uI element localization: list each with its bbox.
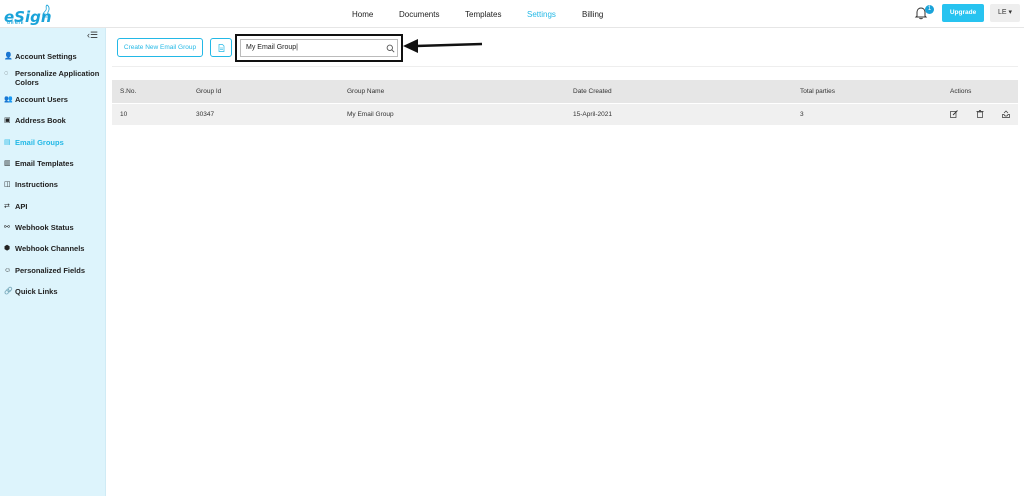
user-gear-icon: 👤 (4, 53, 13, 60)
nav-home[interactable]: Home (352, 10, 373, 19)
sidebar-item-instructions[interactable]: ◫ Instructions (4, 180, 58, 189)
nav-settings[interactable]: Settings (527, 10, 556, 19)
brand-sub: GENIE (7, 20, 25, 25)
col-group-id: Group Id (196, 88, 222, 95)
sidebar-item-label: Email Groups (15, 138, 64, 147)
search-input[interactable]: My Email Group| (240, 39, 398, 57)
sidebar-item-label: Account Settings (15, 52, 77, 61)
col-sno: S.No. (120, 88, 137, 95)
sidebar-item-label: Quick Links (15, 287, 58, 296)
send-tray-icon[interactable] (1002, 110, 1010, 118)
col-actions: Actions (950, 88, 972, 95)
sidebar-item-label-line2: Colors (15, 78, 39, 87)
sidebar-item-label: Webhook Channels (15, 244, 85, 253)
email-groups-icon: ▤ (4, 139, 11, 146)
nav-documents[interactable]: Documents (399, 10, 439, 19)
content-divider (112, 66, 1018, 67)
api-icon: ⇄ (4, 203, 10, 210)
webhook-status-icon: ⚯ (4, 224, 10, 231)
upgrade-button[interactable]: Upgrade (942, 4, 984, 22)
sidebar-item-label: Instructions (15, 180, 58, 189)
esign-genie-logo[interactable]: eSign GENIE (4, 3, 52, 25)
sidebar-item-label: Personalized Fields (15, 266, 86, 275)
sidebar-item-label: Personalize Application Colors (15, 69, 99, 87)
cell-total-parties: 3 (800, 111, 804, 118)
link-icon: 🔗 (4, 288, 13, 295)
email-template-icon: ▥ (4, 160, 11, 167)
sidebar-item-address-book[interactable]: ▣ Address Book (4, 116, 66, 125)
sidebar-item-label: Email Templates (15, 159, 74, 168)
search-input-value: My Email Group| (246, 44, 298, 51)
sidebar-item-email-groups[interactable]: ▤ Email Groups (4, 138, 64, 147)
sidebar-item-label: Account Users (15, 95, 68, 104)
sidebar-item-personalized-fields[interactable]: ☺ Personalized Fields (4, 266, 85, 275)
sidebar-item-label: API (15, 202, 28, 211)
search-highlight-box: My Email Group| (235, 34, 403, 62)
document-icon (218, 43, 224, 52)
sidebar-item-account-settings[interactable]: 👤 Account Settings (4, 52, 77, 61)
sidebar-item-personalize-colors[interactable]: ◌ Personalize Application Colors (4, 69, 99, 87)
instructions-icon: ◫ (4, 181, 11, 188)
sidebar-item-label: Address Book (15, 116, 66, 125)
users-icon: 👥 (4, 96, 13, 103)
pointer-arrow-annotation (403, 39, 483, 53)
edit-icon[interactable] (950, 110, 958, 118)
search-icon[interactable] (386, 44, 395, 53)
address-book-icon: ▣ (4, 117, 11, 124)
sidebar-item-webhook-status[interactable]: ⚯ Webhook Status (4, 223, 74, 232)
sidebar-item-email-templates[interactable]: ▥ Email Templates (4, 159, 74, 168)
col-date-created: Date Created (573, 88, 612, 95)
palette-icon: ◌ (4, 70, 9, 77)
genie-lamp-icon (42, 4, 50, 18)
user-menu-dropdown[interactable]: LE ▾ (990, 4, 1020, 22)
sidebar-item-quick-links[interactable]: 🔗 Quick Links (4, 287, 58, 296)
export-button[interactable] (210, 38, 232, 57)
nav-billing[interactable]: Billing (582, 10, 603, 19)
sidebar-collapse-icon[interactable]: ‹☰ (87, 30, 98, 41)
delete-icon[interactable] (976, 110, 984, 118)
cell-date-created: 15-April-2021 (573, 111, 613, 118)
create-email-group-button[interactable]: Create New Email Group (117, 38, 203, 57)
personalized-fields-icon: ☺ (4, 267, 12, 274)
settings-sidebar: ‹☰ 👤 Account Settings ◌ Personalize Appl… (0, 28, 106, 496)
sidebar-item-label-line1: Personalize Application (15, 69, 100, 78)
notification-badge: 1 (925, 5, 934, 14)
sidebar-item-label: Webhook Status (15, 223, 74, 232)
sidebar-item-webhook-channels[interactable]: ⬢ Webhook Channels (4, 244, 84, 253)
nav-templates[interactable]: Templates (465, 10, 501, 19)
sidebar-item-api[interactable]: ⇄ API (4, 202, 28, 211)
cell-sno: 10 (120, 111, 128, 118)
sidebar-item-account-users[interactable]: 👥 Account Users (4, 95, 68, 104)
col-total-parties: Total parties (800, 88, 836, 95)
cell-group-name: My Email Group (347, 111, 394, 118)
table-header: S.No. Group Id Group Name Date Created T… (112, 80, 1018, 103)
top-navbar: eSign GENIE Home Documents Templates Set… (0, 0, 1024, 28)
col-group-name: Group Name (347, 88, 385, 95)
webhook-channels-icon: ⬢ (4, 245, 11, 252)
cell-group-id: 30347 (196, 111, 215, 118)
table-row[interactable]: 10 30347 My Email Group 15-April-2021 3 (112, 104, 1018, 125)
